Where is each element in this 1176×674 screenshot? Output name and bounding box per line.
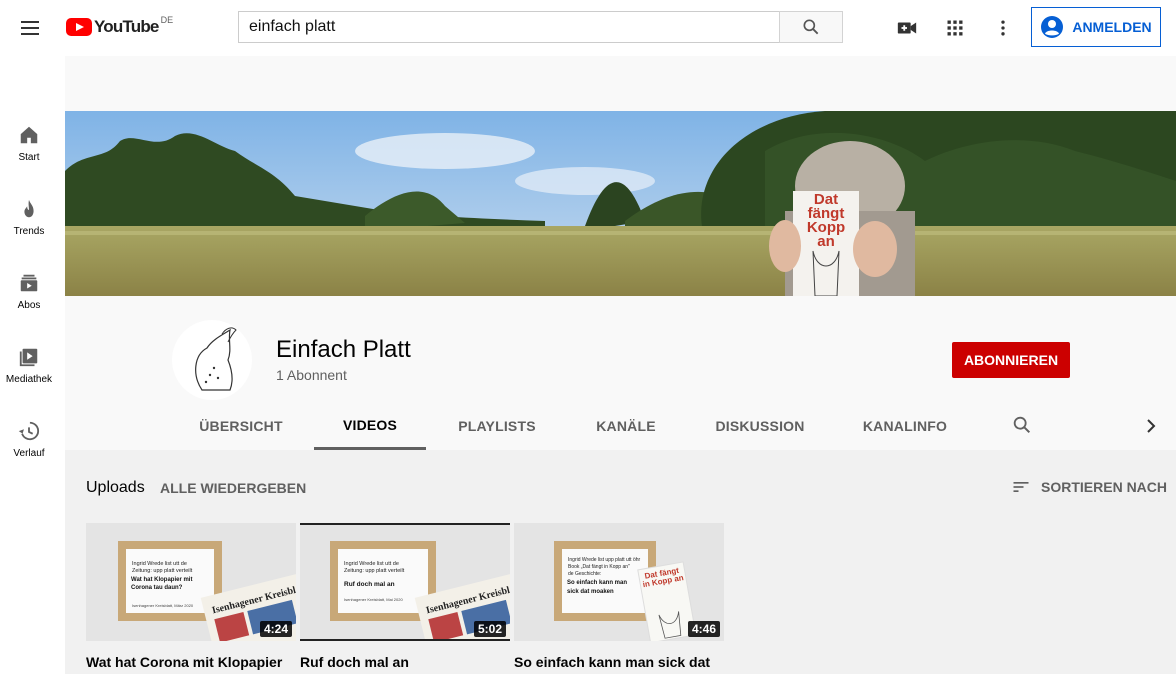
video-duration: 5:02	[473, 621, 506, 637]
card-line2: Zeitung: upp platt verteilt	[132, 568, 193, 574]
card-line1: Ingrid Wrede list utt de	[132, 561, 187, 567]
card-source: Isenhagener Kreisblatt, März 2020	[132, 603, 194, 608]
tabs-next-button[interactable]	[1141, 414, 1161, 443]
channel-tabs: ÜBERSICHT VIDEOS PLAYLISTS KANÄLE DISKUS…	[65, 402, 1176, 450]
history-icon	[18, 421, 40, 440]
youtube-play-icon	[66, 18, 92, 36]
tab-videos[interactable]: VIDEOS	[314, 402, 426, 450]
sketch-figure-icon	[195, 327, 237, 391]
logo-word: YouTube	[94, 17, 159, 36]
card-headline: Wat hat Klopapier mit Corona tau daun?	[131, 577, 193, 591]
logo-region: DE	[160, 15, 174, 25]
videos-section: Uploads ALLE WIEDERGEBEN SORTIEREN NACH …	[65, 450, 1176, 674]
card-line3: de Geschichte:	[568, 571, 601, 577]
card-headline: So einfach kann man sick dat moaken	[567, 580, 628, 595]
card-line2: Book „Dat fängt in Kopp an"	[568, 564, 630, 570]
video-duration: 4:46	[687, 621, 720, 637]
video-thumbnail[interactable]: Ingrid Wrede list utt de Zeitung: upp pl…	[300, 523, 510, 641]
play-all-button[interactable]: ALLE WIEDERGEBEN	[160, 480, 306, 496]
video-thumbnail[interactable]: Ingrid Wrede list upp platt utt öhr Book…	[514, 523, 724, 641]
sidebar-item-label: Trends	[13, 225, 45, 237]
flame-icon	[24, 199, 34, 217]
search-bar	[238, 11, 843, 43]
video-title[interactable]: Wat hat Corona mit Klopapier	[86, 654, 296, 670]
banner-image: Dat fängt Kopp an	[65, 111, 1176, 296]
video-card[interactable]: Ingrid Wrede list utt de Zeitung: upp pl…	[86, 523, 296, 670]
signin-button[interactable]: ANMELDEN	[1031, 7, 1161, 47]
sidebar-item-start[interactable]: Start	[0, 106, 58, 180]
apps-grid-icon	[947, 20, 963, 36]
video-duration: 4:24	[259, 621, 292, 637]
card-headline: Ruf doch mal an	[344, 581, 395, 588]
tab-playlists[interactable]: PLAYLISTS	[449, 402, 545, 450]
banner-spacer	[65, 56, 1176, 111]
sidebar-item-mediathek[interactable]: Mediathek	[0, 328, 58, 402]
video-camera-icon	[897, 22, 917, 34]
settings-more-button[interactable]	[991, 16, 1015, 40]
video-card[interactable]: Ingrid Wrede list utt de Zeitung: upp pl…	[300, 523, 510, 670]
subscribe-button[interactable]: ABONNIEREN	[952, 342, 1070, 378]
chevron-right-icon	[1147, 419, 1156, 433]
sidebar-item-label: Start	[18, 151, 40, 163]
video-thumbnail[interactable]: Ingrid Wrede list utt de Zeitung: upp pl…	[86, 523, 296, 641]
search-button[interactable]	[779, 11, 843, 43]
youtube-logo[interactable]: YouTube DE	[66, 15, 174, 37]
search-input[interactable]	[238, 11, 779, 43]
channel-header: Einfach Platt 1 Abonnent ABONNIEREN ÜBER…	[65, 296, 1176, 450]
sort-label: SORTIEREN NACH	[1041, 479, 1168, 495]
tab-kanaele[interactable]: KANÄLE	[583, 402, 669, 450]
search-icon	[1013, 416, 1031, 434]
sidebar-item-verlauf[interactable]: Verlauf	[0, 402, 58, 476]
card-source: Isenhagener Kreisblatt, Mai 2020	[344, 597, 403, 602]
card-line1: Ingrid Wrede list utt de	[344, 561, 399, 567]
banner-book-line4: an	[817, 233, 835, 250]
channel-search-button[interactable]	[1011, 414, 1033, 441]
sidebar-item-label: Verlauf	[13, 447, 45, 459]
tab-diskussion[interactable]: DISKUSSION	[706, 402, 814, 450]
sort-icon	[1013, 482, 1029, 492]
card-line2: Zeitung: upp platt verteilt	[344, 568, 405, 574]
tab-uebersicht[interactable]: ÜBERSICHT	[191, 402, 291, 450]
sidebar-item-label: Mediathek	[5, 373, 53, 385]
tab-kanalinfo[interactable]: KANALINFO	[855, 402, 955, 450]
create-video-button[interactable]	[895, 16, 919, 40]
subscriptions-icon	[20, 274, 38, 291]
home-icon	[20, 126, 38, 143]
signin-label: ANMELDEN	[1072, 19, 1152, 35]
account-icon	[1041, 16, 1064, 38]
sidebar-item-label: Abos	[17, 299, 41, 311]
card-line1: Ingrid Wrede list upp platt utt öhr	[568, 557, 641, 563]
library-icon	[19, 348, 38, 366]
channel-subscriber-count: 1 Abonnent	[276, 367, 347, 383]
more-vertical-icon	[1001, 20, 1005, 36]
video-card[interactable]: Ingrid Wrede list upp platt utt öhr Book…	[514, 523, 724, 670]
video-title[interactable]: Ruf doch mal an	[300, 654, 510, 670]
channel-banner: Dat fängt Kopp an	[65, 111, 1176, 296]
apps-button[interactable]	[943, 16, 967, 40]
top-bar: YouTube DE ANMELDEN	[0, 0, 1176, 56]
sort-button[interactable]: SORTIEREN NACH	[1011, 477, 1167, 497]
search-icon	[803, 19, 819, 35]
video-title[interactable]: So einfach kann man sick dat	[514, 654, 724, 670]
channel-avatar[interactable]	[172, 320, 252, 400]
sidebar: Start Trends Abos Mediathek Verlauf	[0, 56, 65, 674]
sidebar-item-abos[interactable]: Abos	[0, 254, 58, 328]
top-icons	[895, 16, 1015, 40]
sidebar-item-trends[interactable]: Trends	[0, 180, 58, 254]
channel-name: Einfach Platt	[276, 336, 411, 363]
menu-icon[interactable]	[16, 14, 44, 42]
uploads-heading: Uploads	[86, 479, 145, 496]
